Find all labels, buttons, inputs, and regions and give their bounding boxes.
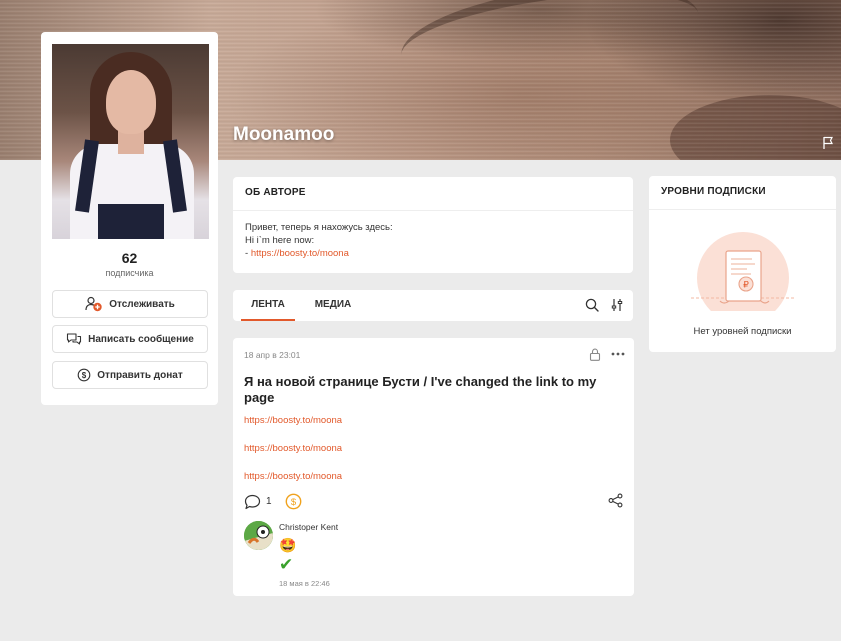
- share-icon[interactable]: [608, 493, 623, 508]
- post-link[interactable]: https://boosty.to/moona: [244, 443, 342, 454]
- about-text: Привет, теперь я нахожусь здесь: Hi i`m …: [233, 211, 633, 260]
- tiers-card: УРОВНИ ПОДПИСКИ ₽ Нет уровней подписки: [649, 176, 836, 352]
- post-link[interactable]: https://boosty.to/moona: [244, 415, 342, 426]
- more-icon[interactable]: [611, 352, 625, 356]
- tiers-empty-text: Нет уровней подписки: [693, 326, 792, 337]
- svg-text:$: $: [291, 497, 297, 508]
- subscribers-label: подписчика: [105, 268, 154, 278]
- about-line: Привет, теперь я нахожусь здесь:: [245, 222, 393, 233]
- avatar: [52, 44, 209, 239]
- about-line: - https://boosty.to/moona: [245, 247, 621, 260]
- commenter-avatar[interactable]: [244, 521, 273, 550]
- tiers-heading: УРОВНИ ПОДПИСКИ: [649, 176, 836, 210]
- donate-button[interactable]: $ Отправить донат: [52, 361, 208, 389]
- feed-tabs: ЛЕНТА МЕДИА: [233, 290, 633, 321]
- post-link[interactable]: https://boosty.to/moona: [244, 471, 342, 482]
- receipt-icon: ₽: [691, 232, 795, 311]
- comment-check: ✔: [279, 555, 294, 574]
- post-card: 18 апр в 23:01 Я на новой странице Бусти…: [233, 338, 634, 596]
- post-date: 18 апр в 23:01: [244, 350, 301, 360]
- dollar-coin-icon: $: [77, 368, 91, 382]
- add-user-icon: [85, 296, 102, 312]
- comment-time: 18 мая в 22:46: [279, 579, 330, 588]
- page-title: Moonamoo: [233, 124, 335, 145]
- svg-text:$: $: [82, 371, 87, 380]
- about-heading: ОБ АВТОРЕ: [233, 177, 633, 211]
- profile-card: 62 подписчика Отслеживать Написать сообщ…: [41, 32, 218, 405]
- chat-bubbles-icon: [67, 333, 82, 345]
- filter-icon[interactable]: [610, 298, 624, 312]
- comment-emoji: 🤩: [279, 537, 297, 553]
- lock-icon: [589, 348, 601, 361]
- dollar-coin-icon[interactable]: $: [285, 493, 302, 510]
- message-button[interactable]: Написать сообщение: [52, 325, 208, 353]
- flag-icon[interactable]: [822, 136, 834, 150]
- donate-button-label: Отправить донат: [97, 369, 183, 381]
- follow-button[interactable]: Отслеживать: [52, 290, 208, 318]
- post-title: Я на новой странице Бусти / I've changed…: [244, 374, 597, 405]
- commenter-name[interactable]: Christoper Kent: [279, 522, 338, 532]
- svg-text:₽: ₽: [743, 280, 749, 290]
- tab-media[interactable]: МЕДИА: [313, 290, 353, 321]
- about-card: ОБ АВТОРЕ Привет, теперь я нахожусь здес…: [233, 177, 633, 273]
- follow-button-label: Отслеживать: [109, 298, 175, 310]
- comment-icon[interactable]: [244, 494, 261, 510]
- message-button-label: Написать сообщение: [88, 333, 194, 345]
- subscribers-count: 62: [121, 250, 138, 266]
- comment-count: 1: [266, 496, 272, 507]
- about-line: Hi i`m here now:: [245, 235, 315, 246]
- about-link[interactable]: https://boosty.to/moona: [251, 248, 349, 259]
- tab-feed[interactable]: ЛЕНТА: [241, 290, 295, 321]
- search-icon[interactable]: [585, 298, 599, 312]
